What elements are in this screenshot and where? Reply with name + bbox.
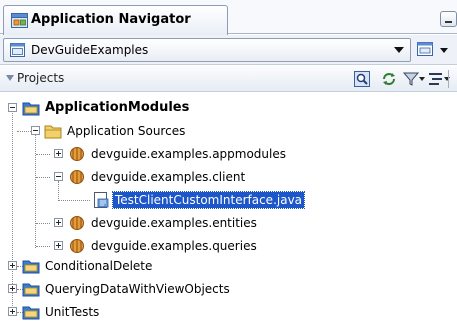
tree-node-label: devguide.examples.entities	[91, 216, 257, 230]
collapse-triangle-icon[interactable]	[6, 75, 14, 81]
project-folder-icon	[22, 306, 40, 320]
collapse-toggle[interactable]	[8, 103, 17, 112]
tree-node-label: devguide.examples.client	[91, 170, 246, 184]
tree-node-label: devguide.examples.appmodules	[91, 147, 286, 161]
menu-arrow-icon[interactable]	[440, 48, 448, 53]
minimize-button[interactable]	[440, 11, 457, 27]
application-navigator-tab[interactable]: Application Navigator	[3, 5, 228, 35]
expand-toggle[interactable]	[8, 307, 17, 316]
collapse-toggle[interactable]	[54, 172, 63, 181]
package-icon	[70, 170, 84, 184]
expand-toggle[interactable]	[8, 284, 17, 293]
tree-line	[36, 154, 50, 155]
toolbar-separator	[448, 70, 449, 88]
title-tab-strip: Application Navigator	[0, 0, 457, 35]
tree-line	[36, 177, 50, 178]
funnel-dropdown-icon[interactable]	[419, 77, 425, 81]
folder-icon	[44, 125, 62, 139]
sort-dropdown-icon[interactable]	[444, 77, 450, 81]
projects-label: Projects	[17, 71, 65, 85]
filter-icon[interactable]	[353, 70, 371, 88]
tree-node-label: ApplicationModules	[45, 100, 190, 115]
tree-node-label: devguide.examples.queries	[91, 239, 257, 253]
application-name: DevGuideExamples	[31, 43, 149, 57]
expand-toggle[interactable]	[54, 241, 63, 250]
tree-node-label: Application Sources	[67, 124, 186, 138]
application-menu-icon[interactable]	[416, 39, 434, 59]
tree-node-label: ConditionalDelete	[45, 259, 153, 273]
panel-title: Application Navigator	[31, 12, 191, 27]
expand-toggle[interactable]	[54, 218, 63, 227]
sync-icon[interactable]	[380, 70, 398, 88]
collapse-toggle[interactable]	[31, 126, 40, 135]
project-folder-icon	[22, 283, 40, 297]
application-selector-row: DevGuideExamples	[0, 35, 457, 65]
project-tree: ApplicationModules Application Sources d…	[0, 93, 457, 335]
funnel-icon[interactable]	[402, 70, 420, 88]
tree-line	[12, 111, 13, 312]
project-folder-icon	[22, 260, 40, 274]
application-navigator-icon	[11, 13, 28, 28]
sort-icon[interactable]	[427, 70, 445, 88]
expand-toggle[interactable]	[54, 149, 63, 158]
application-combo[interactable]: DevGuideExamples	[3, 38, 411, 62]
tree-line	[58, 200, 90, 201]
tree-line	[36, 223, 50, 224]
package-icon	[70, 239, 84, 253]
tree-node-label-selected: TestClientCustomInterface.java	[111, 191, 306, 209]
tree-node-label: QueryingDataWithViewObjects	[45, 282, 230, 296]
java-file-icon	[94, 192, 109, 208]
tree-line	[36, 246, 50, 247]
package-icon	[70, 147, 84, 161]
project-folder-icon	[22, 102, 40, 116]
tree-node-label: UnitTests	[45, 305, 100, 319]
application-icon	[10, 43, 25, 57]
tree-line	[17, 131, 31, 132]
package-icon	[70, 216, 84, 230]
chevron-down-icon	[394, 47, 404, 53]
tree-line	[58, 181, 59, 201]
expand-toggle[interactable]	[8, 261, 17, 270]
projects-header: Projects	[0, 66, 457, 92]
tree-line	[35, 134, 36, 248]
